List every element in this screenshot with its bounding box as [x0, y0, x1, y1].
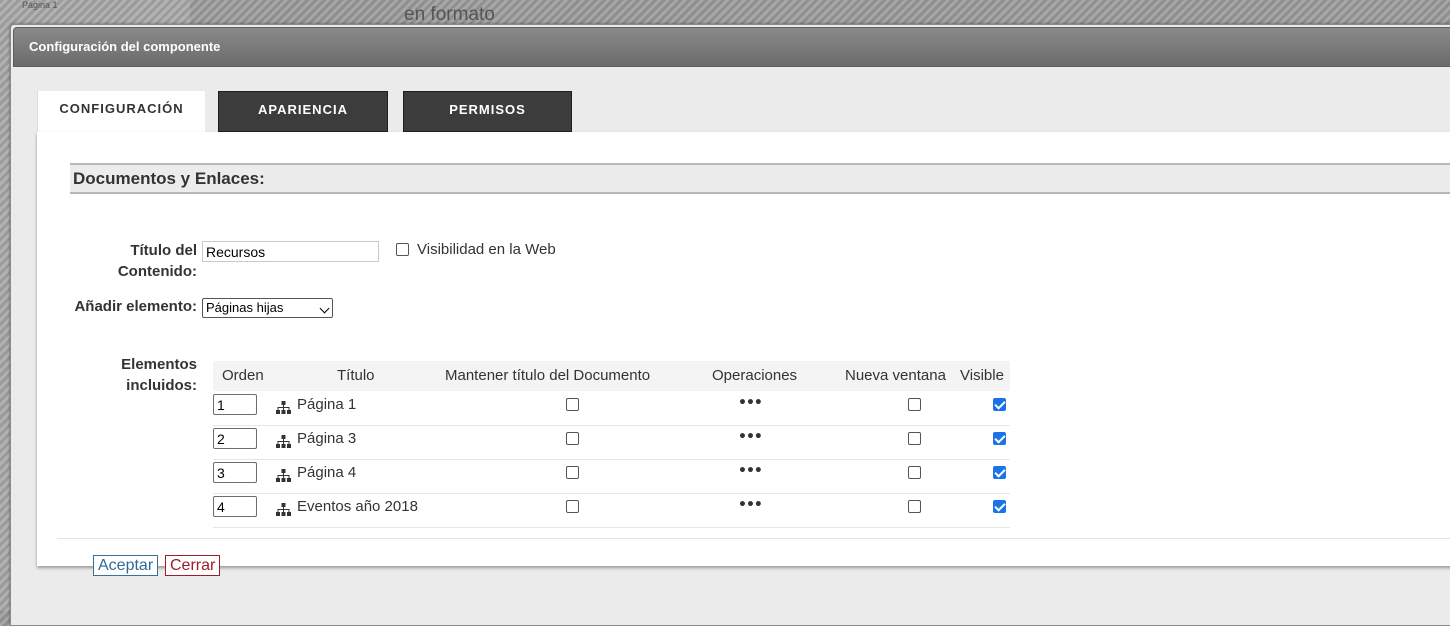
- visible-checkbox[interactable]: [993, 432, 1006, 445]
- tab-configuracion[interactable]: CONFIGURACIÓN: [37, 91, 205, 132]
- title-field-label: Título del Contenido:: [97, 240, 197, 282]
- new-window-checkbox[interactable]: [908, 466, 921, 479]
- title-label-line2: Contenido:: [117, 263, 197, 280]
- add-element-selected: Páginas hijas: [206, 300, 284, 315]
- header-nueva-ventana: Nueva ventana: [845, 367, 946, 384]
- background-sidebar-text: Página 1: [22, 0, 58, 10]
- web-visibility-checkbox[interactable]: [396, 243, 409, 256]
- web-visibility-label: Visibilidad en la Web: [417, 241, 556, 258]
- sitemap-icon: [276, 433, 291, 448]
- tab-apariencia[interactable]: APARIENCIA: [218, 91, 388, 132]
- accept-button[interactable]: Aceptar: [93, 555, 159, 576]
- header-orden: Orden: [222, 367, 264, 384]
- row-title: Página 3: [297, 430, 357, 447]
- title-label-line1: Título del: [130, 242, 197, 259]
- elements-table-header: Orden Título Mantener título del Documen…: [213, 361, 1010, 391]
- operations-ellipsis-icon[interactable]: •••: [738, 429, 763, 445]
- header-operaciones: Operaciones: [712, 367, 798, 384]
- chevron-down-icon: [319, 303, 330, 314]
- content-title-input[interactable]: [202, 241, 379, 262]
- row-title: Eventos año 2018: [297, 498, 418, 515]
- add-element-select[interactable]: Páginas hijas: [202, 298, 333, 318]
- row-title: Página 1: [297, 396, 357, 413]
- order-input[interactable]: [213, 428, 257, 449]
- component-config-dialog: Configuración del componente CONFIGURACI…: [10, 24, 1450, 626]
- included-label-line2: incluidos:: [126, 377, 197, 394]
- visible-checkbox[interactable]: [993, 500, 1006, 513]
- background-text: en formato: [404, 4, 495, 25]
- visible-checkbox[interactable]: [993, 466, 1006, 479]
- sitemap-icon: [276, 501, 291, 516]
- header-visible: Visible: [960, 367, 1004, 384]
- table-row: Página 3 •••: [213, 425, 1010, 460]
- new-window-checkbox[interactable]: [908, 432, 921, 445]
- visible-checkbox[interactable]: [993, 398, 1006, 411]
- sitemap-icon: [276, 467, 291, 482]
- footer-divider: [57, 538, 1450, 539]
- keep-title-checkbox[interactable]: [566, 398, 579, 411]
- add-element-label: Añadir elemento:: [74, 298, 197, 315]
- table-row: Eventos año 2018 •••: [213, 493, 1010, 528]
- table-row: Página 1 •••: [213, 391, 1010, 426]
- row-title: Página 4: [297, 464, 357, 481]
- included-label-line1: Elementos: [121, 356, 197, 373]
- order-input[interactable]: [213, 496, 257, 517]
- sitemap-icon: [276, 399, 291, 414]
- section-header: Documentos y Enlaces:: [70, 163, 1450, 194]
- header-mantener-titulo: Mantener título del Documento: [445, 367, 651, 384]
- included-elements-label: Elementos incluidos:: [97, 354, 197, 396]
- operations-ellipsis-icon[interactable]: •••: [738, 463, 763, 479]
- tab-content-panel: Documentos y Enlaces: Título del Conteni…: [37, 132, 1450, 576]
- operations-ellipsis-icon[interactable]: •••: [738, 497, 763, 513]
- new-window-checkbox[interactable]: [908, 398, 921, 411]
- order-input[interactable]: [213, 462, 257, 483]
- table-row: Página 4 •••: [213, 459, 1010, 494]
- close-button[interactable]: Cerrar: [165, 555, 221, 576]
- keep-title-checkbox[interactable]: [566, 432, 579, 445]
- new-window-checkbox[interactable]: [908, 500, 921, 513]
- operations-ellipsis-icon[interactable]: •••: [738, 395, 763, 411]
- order-input[interactable]: [213, 394, 257, 415]
- dialog-title: Configuración del componente: [13, 27, 1450, 67]
- keep-title-checkbox[interactable]: [566, 466, 579, 479]
- tab-permisos[interactable]: PERMISOS: [403, 91, 572, 132]
- keep-title-checkbox[interactable]: [566, 500, 579, 513]
- header-titulo: Título: [337, 367, 375, 384]
